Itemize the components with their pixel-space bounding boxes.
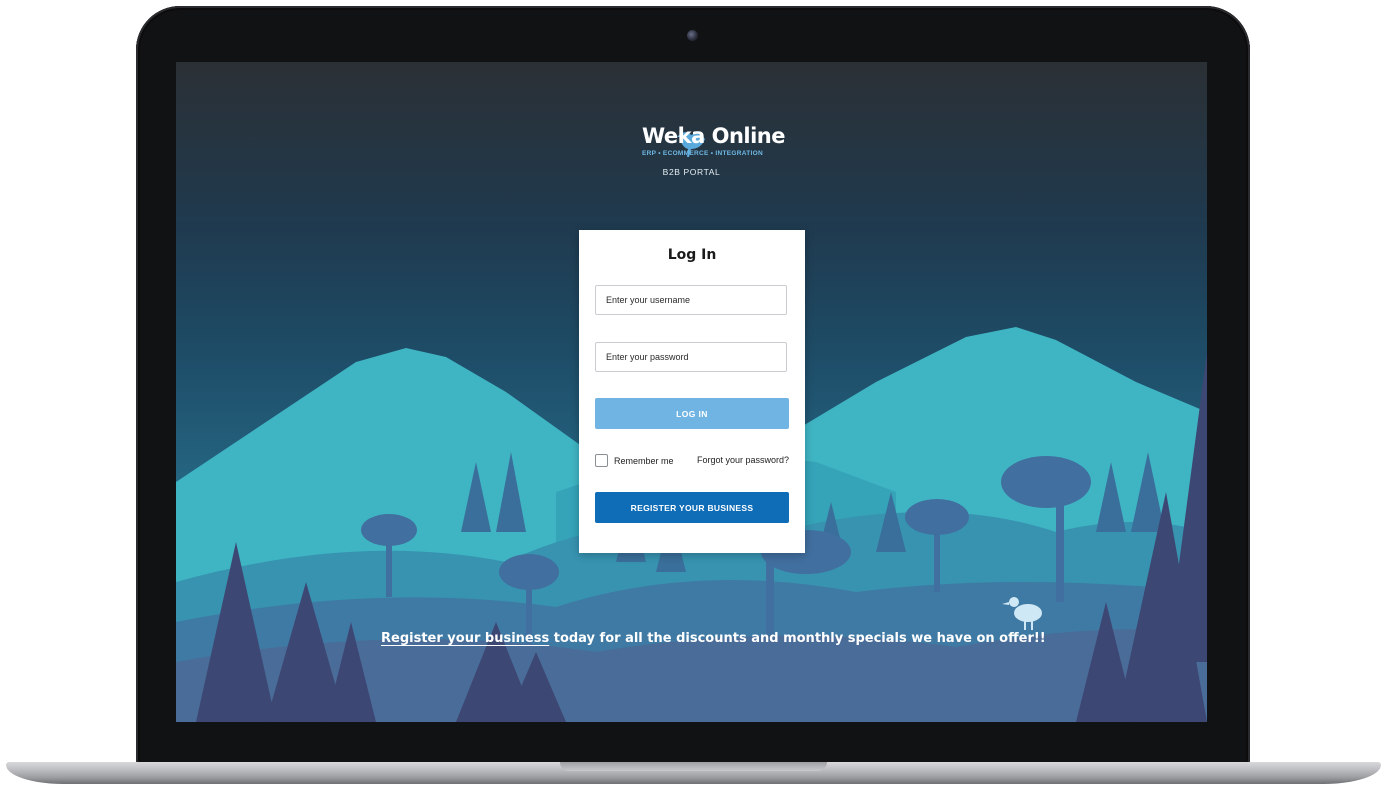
promo-register-link[interactable]: Register your business: [381, 631, 549, 646]
remember-me[interactable]: Remember me: [595, 454, 674, 467]
promo-text: Register your business today for all the…: [381, 631, 1046, 646]
brand-name: Weka Online: [642, 124, 786, 148]
forgot-password-link[interactable]: Forgot your password?: [697, 455, 789, 465]
webcam: [687, 30, 698, 41]
login-card: Log In LOG IN Remember me Forgot your pa…: [579, 230, 805, 553]
login-button[interactable]: LOG IN: [595, 398, 789, 429]
laptop-notch: [560, 762, 827, 771]
portal-label: B2B PORTAL: [662, 167, 721, 177]
brand-tagline: ERP • ECOMMERCE • INTEGRATION: [642, 150, 763, 157]
login-title: Log In: [667, 247, 717, 263]
screen: Weka Online ERP • ECOMMERCE • INTEGRATIO…: [176, 62, 1207, 722]
remember-checkbox[interactable]: [595, 454, 608, 467]
remember-label: Remember me: [614, 455, 674, 466]
register-button[interactable]: REGISTER YOUR BUSINESS: [595, 492, 789, 523]
password-input[interactable]: [595, 342, 787, 372]
promo-rest-text: today for all the discounts and monthly …: [549, 631, 1046, 646]
username-input[interactable]: [595, 285, 787, 315]
